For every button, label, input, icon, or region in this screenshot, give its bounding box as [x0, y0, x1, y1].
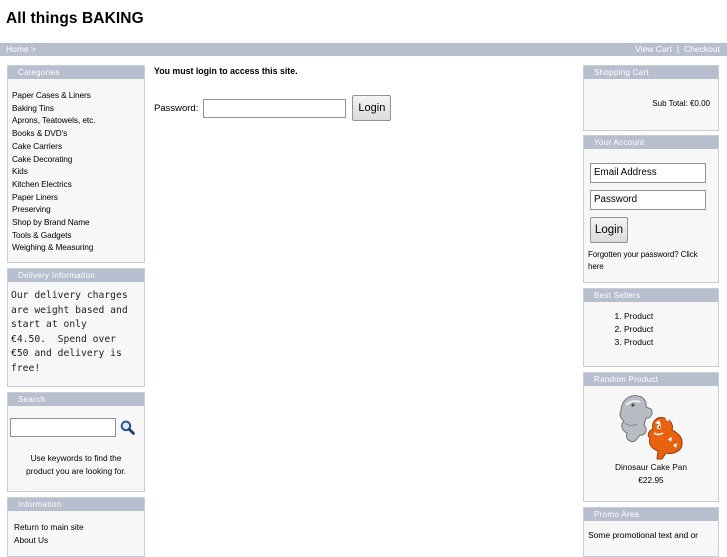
breadcrumb-home[interactable]: Home > [6, 43, 36, 56]
view-cart-link[interactable]: View Cart [635, 44, 672, 54]
information-box: Information Return to main site About Us [7, 497, 145, 557]
best-seller-item[interactable]: Product [624, 310, 718, 323]
categories-heading: Categories [8, 66, 144, 79]
account-password-field[interactable]: Password [590, 190, 706, 210]
delivery-text: Our delivery charges are weight based an… [8, 282, 144, 377]
category-link[interactable]: Kids [12, 165, 140, 178]
category-link[interactable]: Paper Liners [12, 191, 140, 204]
search-input[interactable] [10, 418, 116, 437]
delivery-line: are weight based and [11, 304, 128, 316]
promo-box: Promo Area Some promotional text and or [583, 507, 719, 557]
login-button[interactable]: Login [352, 95, 392, 121]
best-sellers-heading: Best Sellers [584, 289, 718, 302]
site-title: All things BAKING [6, 10, 144, 27]
category-link[interactable]: Paper Cases & Liners [12, 89, 140, 102]
category-link[interactable]: Baking Tins [12, 102, 140, 115]
search-hint-line: product you are looking for. [25, 465, 127, 476]
account-heading: Your Account [584, 136, 718, 149]
subtotal-value: €0.00 [689, 99, 710, 108]
subtotal-label: Sub Total: [652, 99, 688, 108]
forgot-password-link[interactable]: here [588, 261, 718, 273]
login-form: Password: Login [154, 95, 392, 121]
delivery-line: free! [11, 362, 41, 374]
account-login-button[interactable]: Login [590, 217, 628, 243]
random-product-name[interactable]: Dinosaur Cake Pan [584, 461, 718, 474]
nav-separator: | [676, 44, 680, 54]
category-link[interactable]: Shop by Brand Name [12, 216, 140, 229]
cart-subtotal: Sub Total: €0.00 [584, 99, 718, 108]
category-link[interactable]: Tools & Gadgets [12, 229, 140, 242]
delivery-line: start at only [11, 319, 87, 331]
delivery-box: Delivery Information Our delivery charge… [7, 268, 145, 387]
information-links: Return to main site About Us [8, 511, 144, 546]
search-hint-line: Use keywords to find the [30, 453, 122, 463]
password-label: Password: [154, 102, 199, 114]
best-sellers-box: Best Sellers Product Product Product [583, 288, 719, 367]
search-heading: Search [8, 393, 144, 406]
login-required-message: You must login to access this site. [154, 66, 298, 76]
checkout-link[interactable]: Checkout [684, 44, 720, 54]
random-product-heading: Random Product [584, 373, 718, 386]
category-link[interactable]: Cake Decorating [12, 153, 140, 166]
category-list: Paper Cases & Liners Baking Tins Aprons,… [12, 89, 140, 254]
categories-box: Categories Paper Cases & Liners Baking T… [7, 65, 145, 263]
category-link[interactable]: Aprons, Teatowels, etc. [12, 114, 140, 127]
delivery-line: Our delivery charges [11, 290, 128, 301]
random-product-box: Random Product Dinosaur Cake Pan €22.95 [583, 372, 719, 502]
return-main-site-link[interactable]: Return to main site [8, 521, 144, 534]
email-field[interactable]: Email Address [590, 163, 706, 183]
category-link[interactable]: Books & DVD's [12, 127, 140, 140]
category-link[interactable]: Kitchen Electrics [12, 178, 140, 191]
dinosaur-cake-pan-image[interactable] [613, 389, 689, 461]
promo-text: Some promotional text and or [588, 530, 698, 540]
search-icon[interactable] [120, 420, 135, 435]
random-product-price: €22.95 [638, 474, 664, 485]
promo-heading: Promo Area [584, 508, 718, 521]
search-hint: Use keywords to find the product you are… [8, 452, 144, 477]
delivery-line: €4.50. Spend over [11, 333, 116, 345]
forgot-password-text: Forgotten your password? Click here [584, 249, 718, 272]
best-seller-item[interactable]: Product [624, 336, 718, 349]
password-input[interactable] [203, 98, 347, 118]
category-link[interactable]: Cake Carriers [12, 140, 140, 153]
cart-links: View Cart | Checkout [635, 43, 720, 56]
category-link[interactable]: Preserving [12, 203, 140, 216]
delivery-heading: Delivery Information [8, 269, 144, 282]
search-box: Search Use keywords to find the product … [7, 392, 145, 492]
delivery-line: €50 and delivery is [11, 348, 122, 360]
account-box: Your Account Email Address Password Logi… [583, 135, 719, 283]
best-sellers-list: Product Product Product [584, 310, 718, 348]
information-heading: Information [8, 498, 144, 511]
category-link[interactable]: Weighing & Measuring [12, 241, 140, 254]
forgot-password-line: Forgotten your password? Click [588, 250, 698, 259]
shopping-cart-heading: Shopping Cart [584, 66, 718, 79]
shopping-cart-box: Shopping Cart Sub Total: €0.00 [583, 65, 719, 131]
best-seller-item[interactable]: Product [624, 323, 718, 336]
top-nav-bar: Home > View Cart | Checkout [0, 43, 727, 56]
